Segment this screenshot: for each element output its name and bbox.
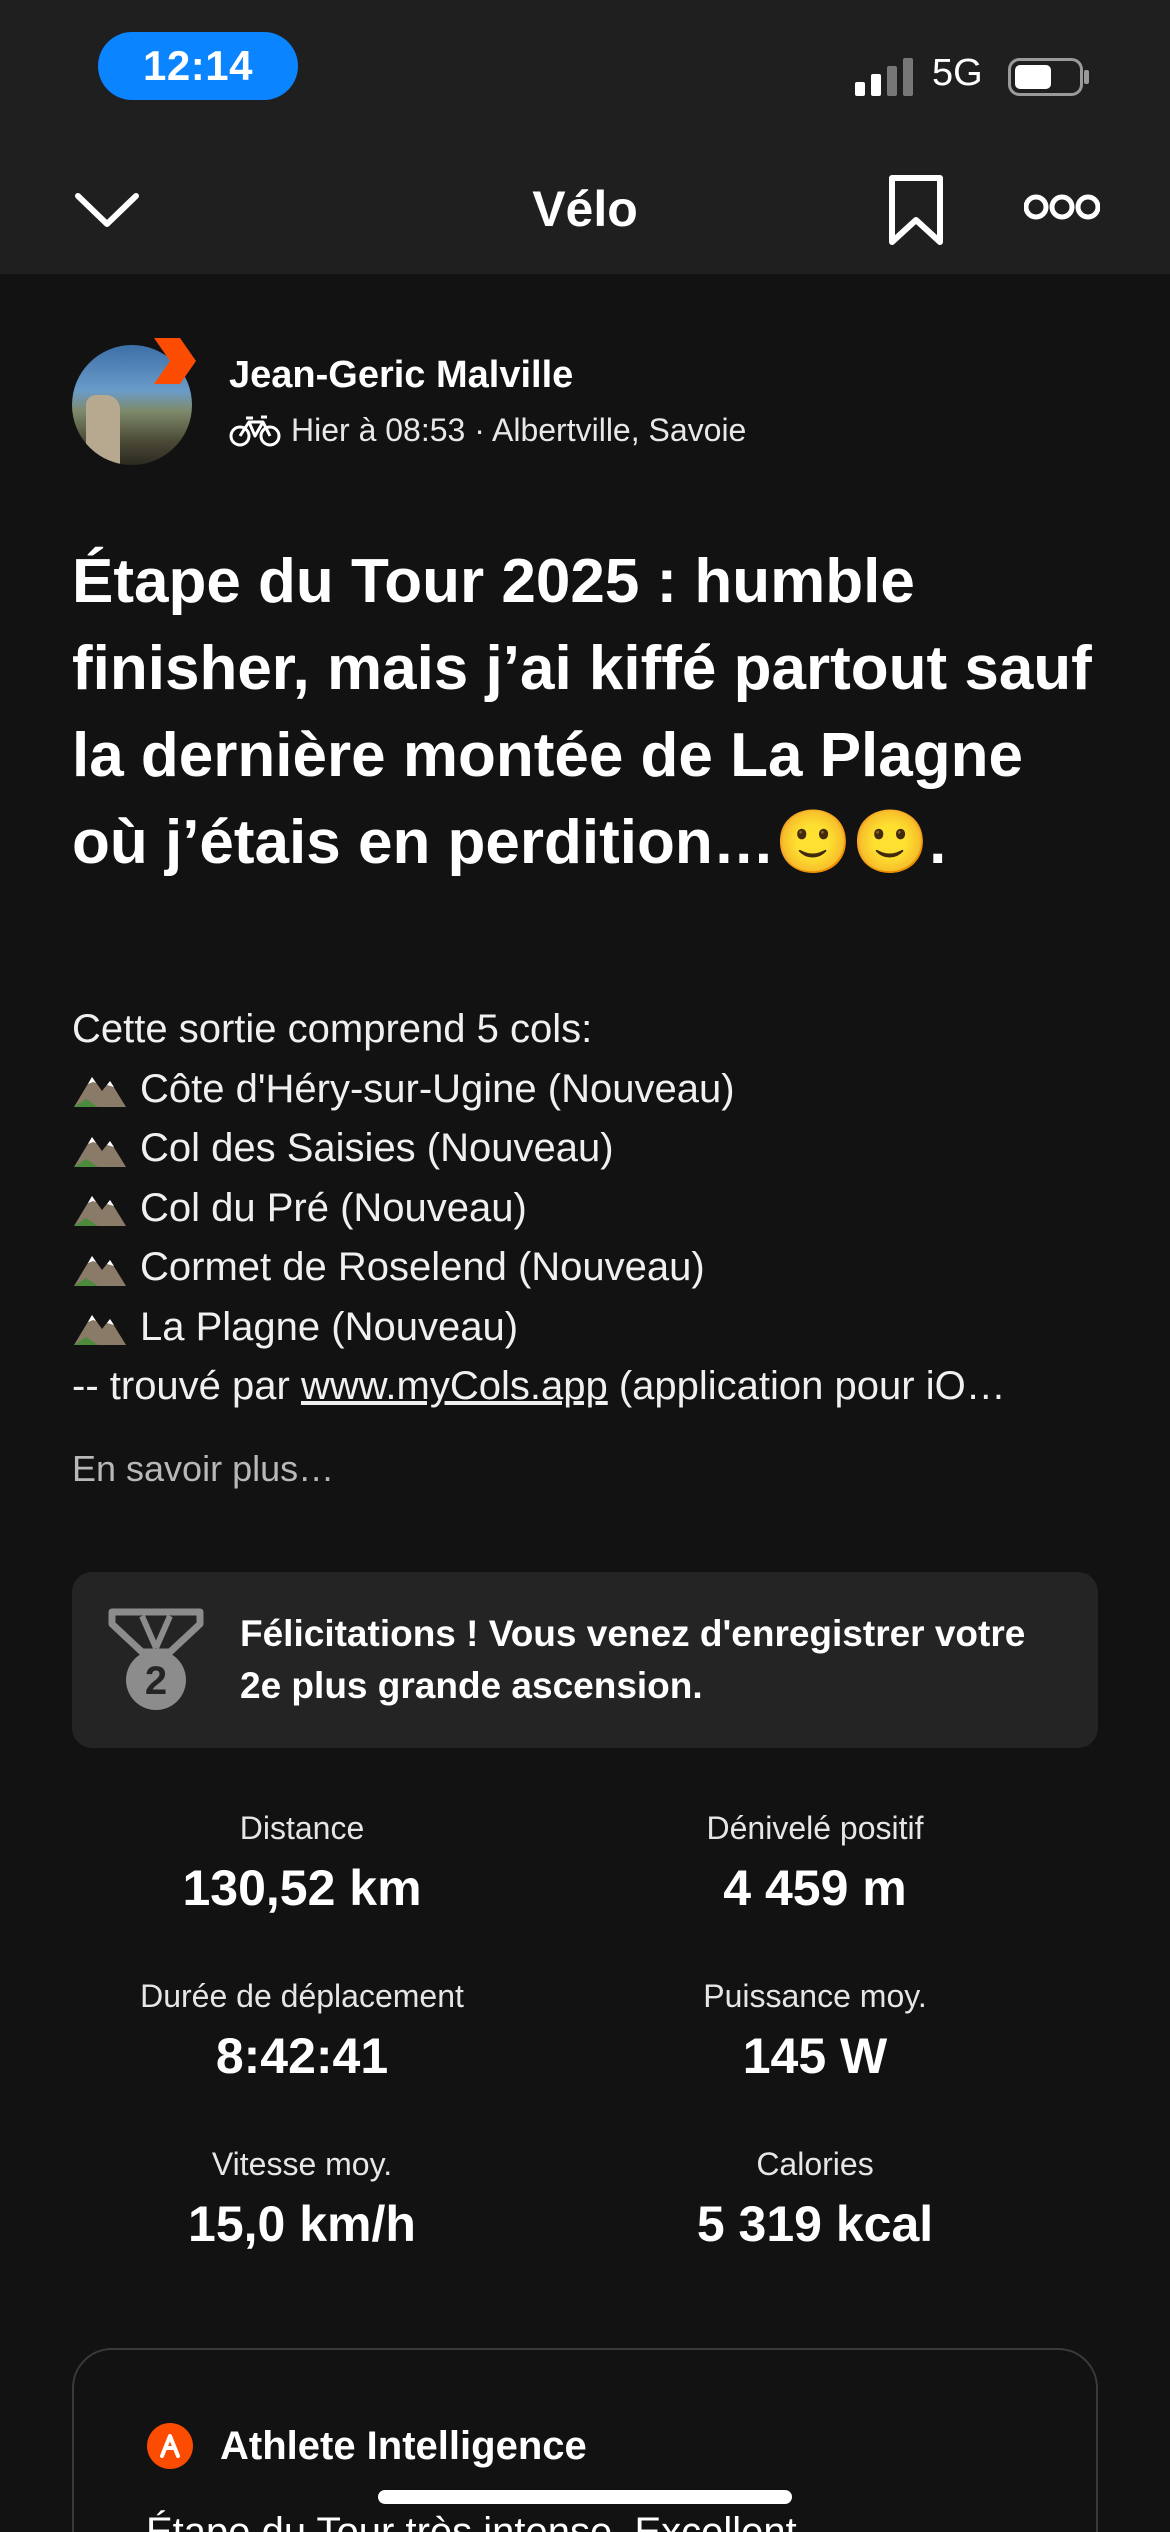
stat-label: Puissance moy. bbox=[703, 1978, 927, 2014]
stat-calories: Calories 5 319 kcal bbox=[585, 2146, 1045, 2253]
activity-meta: Hier à 08:53 · Albertville, Savoie bbox=[229, 412, 746, 449]
stat-moving-time: Durée de déplacement 8:42:41 bbox=[72, 1978, 532, 2085]
stat-label: Dénivelé positif bbox=[706, 1810, 924, 1846]
mountain-icon bbox=[74, 1136, 126, 1167]
author-header[interactable]: Jean-Geric Malville Hier à 08:53 · Alber… bbox=[72, 338, 1102, 470]
athlete-intelligence-title: Athlete Intelligence bbox=[220, 2424, 587, 2468]
achievement-text: Félicitations ! Vous venez d'enregistrer… bbox=[240, 1613, 1026, 1706]
network-type: 5G bbox=[932, 52, 983, 94]
mountain-icon bbox=[74, 1077, 126, 1108]
navigation-bar: Vélo bbox=[0, 140, 1170, 274]
athlete-intelligence-icon bbox=[147, 2423, 193, 2469]
mountain-icon bbox=[74, 1196, 126, 1227]
mountain-icon bbox=[74, 1315, 126, 1346]
list-item: Col du Pré (Nouveau) bbox=[72, 1179, 1102, 1239]
battery-icon bbox=[1008, 58, 1089, 96]
stat-distance: Distance 130,52 km bbox=[72, 1810, 532, 1917]
athlete-intelligence-card[interactable]: Athlete Intelligence Étape du Tour très … bbox=[72, 2348, 1098, 2532]
home-indicator[interactable] bbox=[378, 2490, 792, 2504]
page-title: Vélo bbox=[532, 181, 638, 237]
more-icon[interactable] bbox=[1024, 192, 1100, 222]
stat-label: Durée de déplacement bbox=[140, 1978, 464, 2014]
stat-avg-speed: Vitesse moy. 15,0 km/h bbox=[72, 2146, 532, 2253]
stat-avg-power: Puissance moy. 145 W bbox=[585, 1978, 1045, 2085]
list-item: Côte d'Héry-sur-Ugine (Nouveau) bbox=[72, 1060, 1102, 1120]
author-name[interactable]: Jean-Geric Malville bbox=[229, 354, 573, 397]
stat-label: Vitesse moy. bbox=[211, 2146, 393, 2182]
mountain-icon bbox=[74, 1255, 126, 1286]
athlete-intelligence-summary: Étape du Tour très intense. Excellent bbox=[146, 2510, 797, 2532]
subscriber-badge-icon bbox=[154, 338, 196, 384]
description-intro: Cette sortie comprend 5 cols: bbox=[72, 1007, 593, 1051]
bookmark-icon[interactable] bbox=[886, 174, 946, 246]
post-title: Étape du Tour 2025 : humble finisher, ma… bbox=[72, 547, 1092, 877]
mycols-link[interactable]: www.myCols.app bbox=[301, 1364, 608, 1408]
stat-value: 130,52 km bbox=[182, 1860, 422, 1916]
stat-value: 5 319 kcal bbox=[696, 2196, 934, 2252]
list-item: Cormet de Roselend (Nouveau) bbox=[72, 1238, 1102, 1298]
achievement-banner[interactable]: 2 Félicitations ! Vous venez d'enregistr… bbox=[72, 1572, 1098, 1748]
stat-value: 8:42:41 bbox=[215, 2028, 389, 2084]
status-time: 12:14 bbox=[98, 32, 298, 100]
bike-icon bbox=[229, 415, 281, 446]
stat-elevation-gain: Dénivelé positif 4 459 m bbox=[585, 1810, 1045, 1917]
stat-value: 145 W bbox=[742, 2028, 888, 2084]
stat-label: Distance bbox=[239, 1810, 365, 1846]
post-description: Cette sortie comprend 5 cols: Côte d'Hér… bbox=[72, 1000, 1102, 1417]
status-bar: 12:14 5G bbox=[0, 0, 1170, 140]
medal-icon: 2 bbox=[108, 1608, 204, 1710]
read-more-link[interactable]: En savoir plus… bbox=[72, 1448, 334, 1490]
activity-meta-text: Hier à 08:53 · Albertville, Savoie bbox=[291, 412, 747, 448]
stat-label: Calories bbox=[756, 2146, 874, 2182]
svg-text:2: 2 bbox=[145, 1659, 167, 1703]
list-item: La Plagne (Nouveau) bbox=[72, 1298, 1102, 1358]
screen: 12:14 5G Vélo Jean-Geric Malville Hier à… bbox=[0, 0, 1170, 2532]
signal-icon bbox=[855, 58, 913, 96]
stat-value: 15,0 km/h bbox=[188, 2196, 416, 2252]
list-item: Col des Saisies (Nouveau) bbox=[72, 1119, 1102, 1179]
found-by-line: -- trouvé par www.myCols.app (applicatio… bbox=[72, 1364, 1006, 1408]
stat-value: 4 459 m bbox=[723, 1860, 907, 1916]
